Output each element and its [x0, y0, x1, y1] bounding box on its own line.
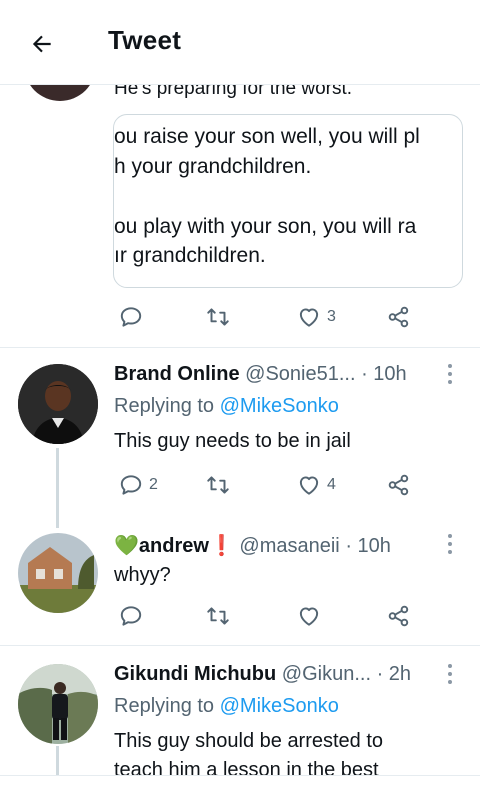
- reply-text: This guy needs to be in jail: [114, 430, 351, 452]
- thread-line: [56, 448, 59, 528]
- replying-label: Replying to: [114, 395, 215, 417]
- avatar[interactable]: [24, 84, 96, 101]
- share-button[interactable]: [386, 601, 412, 631]
- quote-line: ou raise your son well, you will pl: [114, 125, 420, 148]
- mention-link[interactable]: @MikeSonko: [220, 395, 339, 417]
- tweet-text: He's preparing for the worst.: [114, 84, 353, 99]
- heart-icon: [299, 476, 319, 495]
- reply-header: Brand Online @Sonie51... · 10h: [114, 363, 407, 386]
- heart-icon: [299, 308, 319, 327]
- arrow-left-icon: [32, 35, 51, 53]
- timestamp: · 10h: [345, 535, 391, 557]
- back-button[interactable]: [24, 26, 60, 62]
- reply-text: whyy?: [114, 564, 171, 586]
- like-count: 3: [327, 308, 336, 325]
- main-tweet: He's preparing for the worst. ou raise y…: [0, 84, 480, 348]
- avatar[interactable]: [18, 364, 98, 444]
- retweet-button[interactable]: [205, 601, 236, 631]
- share-button[interactable]: [386, 302, 412, 332]
- divider: [0, 645, 480, 646]
- reply-button[interactable]: [118, 601, 149, 631]
- more-icon[interactable]: [442, 362, 458, 386]
- timestamp: · 10h: [361, 363, 407, 385]
- divider: [0, 347, 480, 348]
- reply-button[interactable]: [118, 302, 149, 332]
- profile-photo: [18, 364, 98, 444]
- retweet-icon: [207, 607, 229, 625]
- replying-to: Replying to @MikeSonko: [114, 395, 339, 418]
- reply-header: 💚andrew❗ @masaneii · 10h: [114, 533, 391, 558]
- more-icon[interactable]: [442, 532, 458, 556]
- username[interactable]: @Sonie51...: [245, 363, 355, 385]
- share-icon: [388, 306, 409, 328]
- like-button[interactable]: 3: [296, 302, 336, 332]
- reply-icon: [120, 307, 142, 327]
- retweet-icon: [207, 476, 229, 494]
- retweet-button[interactable]: [205, 470, 236, 500]
- avatar[interactable]: [18, 533, 98, 613]
- like-button[interactable]: [296, 601, 327, 631]
- green-heart-emoji: 💚: [114, 535, 139, 557]
- username[interactable]: @masaneii: [239, 535, 339, 557]
- quote-line: ır grandchildren.: [114, 244, 266, 267]
- reply-text-clip: This guy should be arrested to teach him…: [0, 660, 480, 777]
- display-name[interactable]: Brand Online: [114, 363, 240, 385]
- heart-icon: [299, 607, 319, 626]
- tweet-actions: 2 4: [114, 470, 414, 500]
- reply-icon: [120, 475, 142, 495]
- quote-line: ou play with your son, you will ra: [114, 215, 417, 238]
- exclamation-emoji: ❗: [208, 535, 234, 557]
- bottom-bar: [0, 775, 480, 788]
- profile-photo: [18, 533, 98, 613]
- reply-text-line: This guy should be arrested to: [114, 730, 384, 752]
- page-title: Tweet: [108, 25, 182, 55]
- quoted-text-card[interactable]: ou raise your son well, you will pl h yo…: [113, 114, 463, 288]
- retweet-icon: [207, 308, 229, 326]
- share-button[interactable]: [386, 470, 412, 500]
- reply-count: 2: [149, 476, 158, 493]
- reply-button[interactable]: 2: [118, 470, 158, 500]
- display-name[interactable]: andrew: [139, 535, 209, 557]
- quote-line: h your grandchildren.: [114, 155, 312, 178]
- retweet-button[interactable]: [205, 302, 236, 332]
- tweet-actions: 3: [114, 302, 414, 332]
- like-count: 4: [327, 476, 336, 493]
- tweet-actions: [114, 601, 414, 631]
- share-icon: [388, 605, 409, 627]
- like-button[interactable]: 4: [296, 470, 336, 500]
- share-icon: [388, 474, 409, 496]
- reply-icon: [120, 606, 142, 626]
- top-bar: Tweet: [0, 0, 480, 85]
